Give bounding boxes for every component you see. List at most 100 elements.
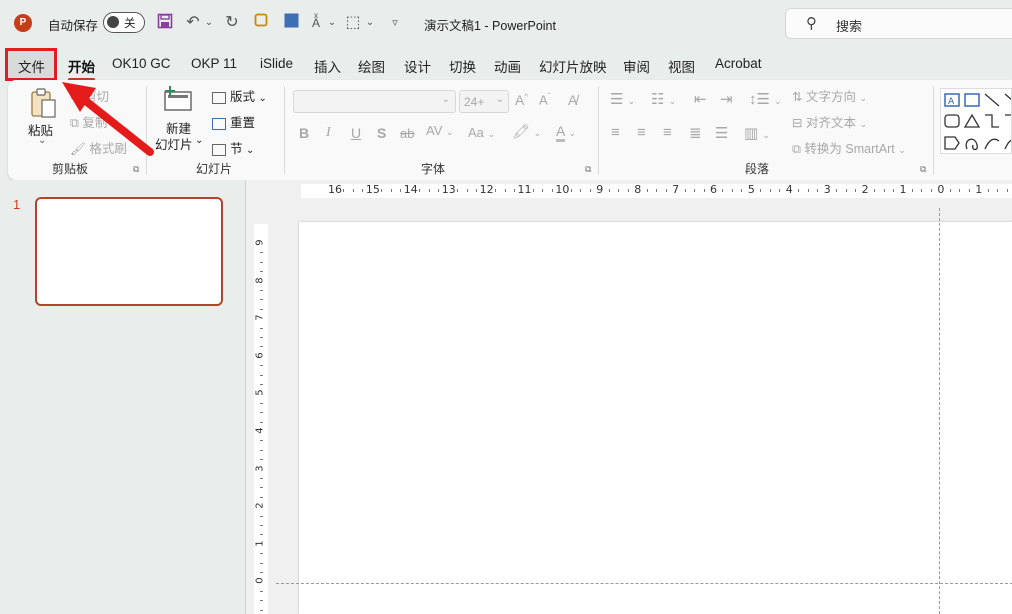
redo-icon[interactable]: ↻ [222, 13, 242, 33]
paste-button[interactable] [28, 86, 58, 123]
line-spacing-icon[interactable]: ↕☰ ⌄ [749, 90, 782, 108]
undo-dropdown-icon[interactable]: ⌄ [204, 13, 214, 33]
tab-review[interactable]: 审阅 [623, 56, 650, 76]
shape-outline-icon[interactable] [251, 13, 271, 33]
tab-transitions[interactable]: 切换 [449, 56, 476, 76]
ruler-tick [260, 572, 263, 573]
select-dropdown-icon[interactable]: ⌄ [365, 13, 375, 33]
ruler-number: 10 [555, 183, 570, 196]
ruler-tick [260, 412, 263, 414]
new-slide-icon[interactable] [162, 84, 194, 115]
shapes-gallery[interactable]: A [940, 88, 1012, 154]
clipboard-launcher-icon[interactable]: ⧉ [133, 164, 139, 175]
justify-icon[interactable]: ≣ [689, 124, 702, 142]
tab-view[interactable]: 视图 [668, 56, 695, 76]
new-slide-dropdown-icon[interactable]: ⌄ [195, 135, 203, 146]
tab-home[interactable]: 开始 [68, 56, 95, 81]
ruler-tick [542, 189, 544, 192]
text-direction-button[interactable]: ⇅ 文字方向 ⌄ [792, 86, 867, 105]
ruler-tick [883, 189, 885, 192]
cut-button[interactable]: ✂ 剪切 [70, 86, 109, 105]
customize-quick-access-icon[interactable]: ▿ [388, 13, 402, 33]
clear-format-icon[interactable]: Aͯ [306, 13, 326, 33]
increase-font-icon[interactable]: A^ [515, 92, 528, 108]
character-spacing-icon[interactable]: AV ⌄ [426, 123, 454, 138]
ruler-tick [260, 459, 263, 461]
highlight-color-icon[interactable]: 🖍 ⌄ [512, 123, 541, 140]
align-right-icon[interactable]: ≡ [663, 124, 672, 141]
align-left-icon[interactable]: ≡ [611, 124, 620, 141]
decrease-indent-icon[interactable]: ⇤ [694, 90, 707, 108]
bullets-icon[interactable]: ☰ ⌄ [610, 90, 635, 108]
ruler-tick [260, 327, 263, 329]
ruler-tick [760, 189, 762, 192]
slide-editor[interactable]: 16 15 14 13 12 11 10 9 8 7 6 5 4 3 2 1 0 1 9876543210 [245, 180, 1012, 614]
distributed-icon[interactable]: ☰ [715, 124, 728, 142]
increase-indent-icon[interactable]: ⇥ [720, 90, 733, 108]
strikethrough-icon[interactable]: ab [400, 126, 414, 141]
clear-formatting-icon[interactable]: A̸ [568, 92, 577, 108]
search-icon: ⚲ [806, 15, 817, 32]
layout-button[interactable]: 版式 ⌄ [212, 86, 267, 105]
format-painter-label: 格式刷 [89, 142, 127, 156]
ruler-tick [694, 189, 696, 192]
format-painter-button[interactable]: 🖌 格式刷 [70, 138, 127, 157]
convert-smartart-label: 转换为 SmartArt [804, 142, 895, 156]
tab-ok10gc[interactable]: OK10 GC [112, 56, 171, 71]
convert-smartart-button[interactable]: ⧉ 转换为 SmartArt ⌄ [792, 138, 906, 157]
copy-icon: ⧉ [70, 116, 79, 130]
ruler-tick [428, 189, 430, 192]
ruler-tick [514, 189, 516, 192]
tab-file[interactable]: 文件 [18, 56, 45, 76]
align-text-button[interactable]: ⊟ 对齐文本 ⌄ [792, 112, 867, 131]
autosave-toggle[interactable]: 关 [103, 12, 145, 33]
ruler-tick [260, 478, 263, 479]
vertical-guide[interactable] [939, 208, 940, 614]
ruler-tick [260, 600, 263, 602]
ruler-tick [656, 189, 658, 192]
new-slide-label-2[interactable]: 幻灯片 [155, 134, 193, 153]
search-box[interactable]: ⚲ 搜索 [785, 8, 1012, 39]
slide-number: 1 [13, 197, 21, 212]
ruler-number: 16 [328, 183, 342, 196]
slide-thumbnail[interactable] [35, 197, 223, 306]
paste-dropdown-icon[interactable]: ⌄ [38, 135, 46, 146]
italic-icon[interactable]: I [326, 125, 331, 141]
clear-format-dropdown-icon[interactable]: ⌄ [327, 13, 337, 33]
slide-canvas[interactable] [299, 222, 1012, 614]
font-color-icon[interactable]: A ⌄ [556, 123, 576, 142]
numbering-icon[interactable]: ☷ ⌄ [651, 90, 676, 108]
section-button[interactable]: 节 ⌄ [212, 138, 254, 157]
horizontal-guide[interactable] [276, 583, 1012, 584]
tab-insert[interactable]: 插入 [314, 56, 341, 76]
tab-animations[interactable]: 动画 [494, 56, 521, 76]
tab-slideshow[interactable]: 幻灯片放映 [539, 56, 607, 76]
font-family-select[interactable]: ⌄ [293, 90, 456, 113]
ruler-tick [807, 189, 809, 192]
ruler-number: 2 [254, 502, 266, 509]
tab-okp11[interactable]: OKP 11 [191, 56, 237, 71]
copy-button[interactable]: ⧉ 复制 ⌄ [70, 112, 119, 131]
decrease-font-icon[interactable]: Aˇ [539, 92, 550, 107]
change-case-icon[interactable]: Aa ⌄ [468, 125, 495, 140]
shape-fill-icon[interactable] [281, 13, 301, 33]
ruler-tick [260, 525, 263, 526]
paragraph-launcher-icon[interactable]: ⧉ [920, 164, 926, 175]
font-size-select[interactable]: 24+ ⌄ [459, 90, 509, 113]
tab-design[interactable]: 设计 [404, 56, 431, 76]
font-launcher-icon[interactable]: ⧉ [585, 164, 591, 175]
underline-icon[interactable]: U [351, 125, 361, 141]
select-icon[interactable]: ⬚ [343, 13, 363, 33]
reset-button[interactable]: 重置 [212, 112, 255, 131]
align-center-icon[interactable]: ≡ [637, 124, 646, 141]
tab-islide[interactable]: iSlide [260, 56, 293, 71]
layout-label: 版式 [230, 90, 256, 104]
ruler-tick [580, 189, 582, 192]
columns-icon[interactable]: ▥ ⌄ [744, 124, 770, 142]
undo-icon[interactable]: ↶ [183, 13, 203, 33]
tab-draw[interactable]: 绘图 [358, 56, 385, 76]
tab-acrobat[interactable]: Acrobat [715, 56, 762, 71]
bold-icon[interactable]: B [299, 125, 309, 141]
shadow-icon[interactable]: S [377, 125, 386, 141]
save-icon[interactable] [155, 13, 175, 33]
